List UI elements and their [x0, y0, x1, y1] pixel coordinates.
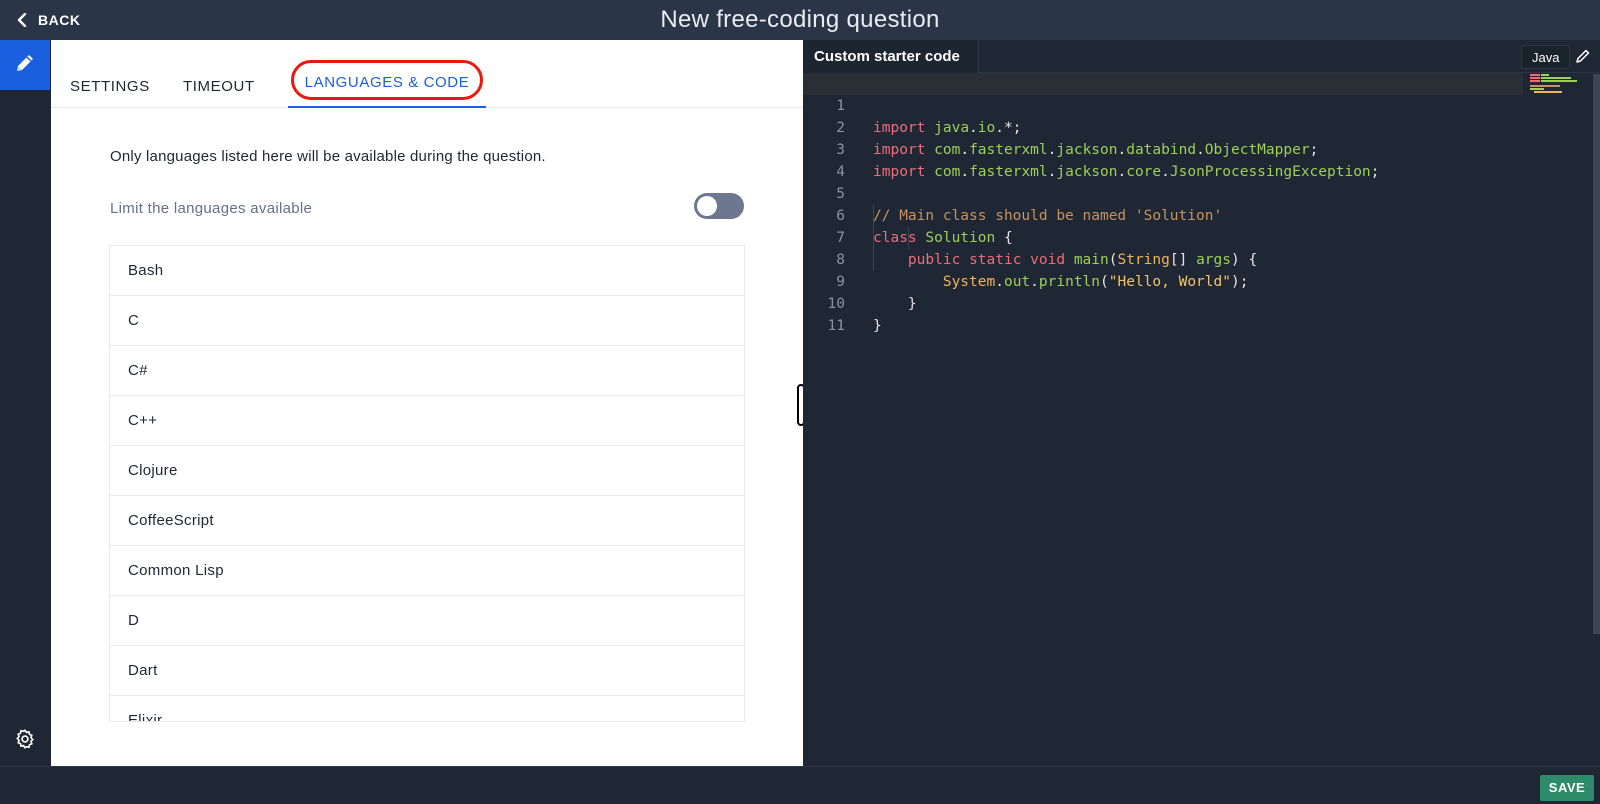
line-code: }: [873, 318, 882, 334]
code-line: 7 public static void main(String[] args)…: [803, 205, 1523, 268]
languages-description: Only languages listed here will be avail…: [110, 148, 546, 165]
code-editor: Custom starter code Java 1 import java.i…: [803, 40, 1600, 766]
tab-bar: SETTINGS TIMEOUT LANGUAGES & CODE: [51, 40, 803, 108]
footer-bar: [0, 766, 1600, 804]
language-selector[interactable]: Java: [1521, 45, 1571, 69]
language-item-bash[interactable]: Bash: [110, 246, 744, 296]
language-item-elixir[interactable]: Elixir: [110, 696, 744, 721]
active-tab-underline: [288, 106, 486, 108]
code-line: 1 import java.io.*;: [803, 73, 1523, 136]
language-item-dart[interactable]: Dart: [110, 646, 744, 696]
editor-header: Custom starter code Java: [803, 40, 1600, 73]
top-bar: BACK New free-coding question: [0, 0, 1600, 40]
indent-guide: [873, 205, 874, 271]
settings-button[interactable]: [12, 728, 38, 754]
code-line: 2 import com.fasterxml.jackson.databind.…: [803, 95, 1523, 158]
language-item-coffeescript[interactable]: CoffeeScript: [110, 496, 744, 546]
code-area[interactable]: 1 import java.io.*; 2 import com.fasterx…: [803, 73, 1600, 766]
editor-tab-starter-code[interactable]: Custom starter code: [803, 40, 979, 73]
code-line: 6 class Solution {: [803, 183, 1523, 246]
tab-settings[interactable]: SETTINGS: [70, 78, 150, 95]
highlight-circle: [291, 60, 483, 100]
tab-languages-code[interactable]: LANGUAGES & CODE: [288, 60, 486, 108]
code-line: 3 import com.fasterxml.jackson.core.Json…: [803, 117, 1523, 180]
code-line: 8 System.out.println("Hello, World");: [803, 227, 1523, 290]
code-minimap[interactable]: [1530, 74, 1578, 94]
limit-languages-toggle[interactable]: [694, 193, 744, 219]
limit-languages-label: Limit the languages available: [110, 200, 313, 217]
language-item-d[interactable]: D: [110, 596, 744, 646]
pencil-icon: [14, 52, 36, 79]
language-list: Bash C C# C++ Clojure CoffeeScript Commo…: [109, 245, 745, 722]
edit-icon[interactable]: [1575, 48, 1593, 66]
language-item-common-lisp[interactable]: Common Lisp: [110, 546, 744, 596]
code-line: 11: [803, 293, 1523, 334]
code-line: 9 }: [803, 249, 1523, 312]
code-line: 4: [803, 139, 1523, 180]
edit-question-button[interactable]: [0, 40, 50, 90]
code-line: 10 }: [803, 271, 1523, 334]
code-line: 5 // Main class should be named 'Solutio…: [803, 161, 1523, 224]
line-number: 11: [827, 318, 845, 334]
left-rail: [0, 40, 51, 766]
gear-icon: [14, 728, 36, 755]
save-button[interactable]: SAVE: [1540, 775, 1594, 801]
editor-scrollbar[interactable]: [1593, 74, 1600, 634]
tab-timeout[interactable]: TIMEOUT: [183, 78, 255, 95]
indent-guide: [908, 227, 909, 249]
toggle-knob: [697, 196, 717, 216]
settings-panel: SETTINGS TIMEOUT LANGUAGES & CODE Only l…: [51, 40, 803, 766]
language-item-cpp[interactable]: C++: [110, 396, 744, 446]
language-item-c[interactable]: C: [110, 296, 744, 346]
page-title: New free-coding question: [660, 6, 940, 33]
language-item-csharp[interactable]: C#: [110, 346, 744, 396]
language-item-clojure[interactable]: Clojure: [110, 446, 744, 496]
